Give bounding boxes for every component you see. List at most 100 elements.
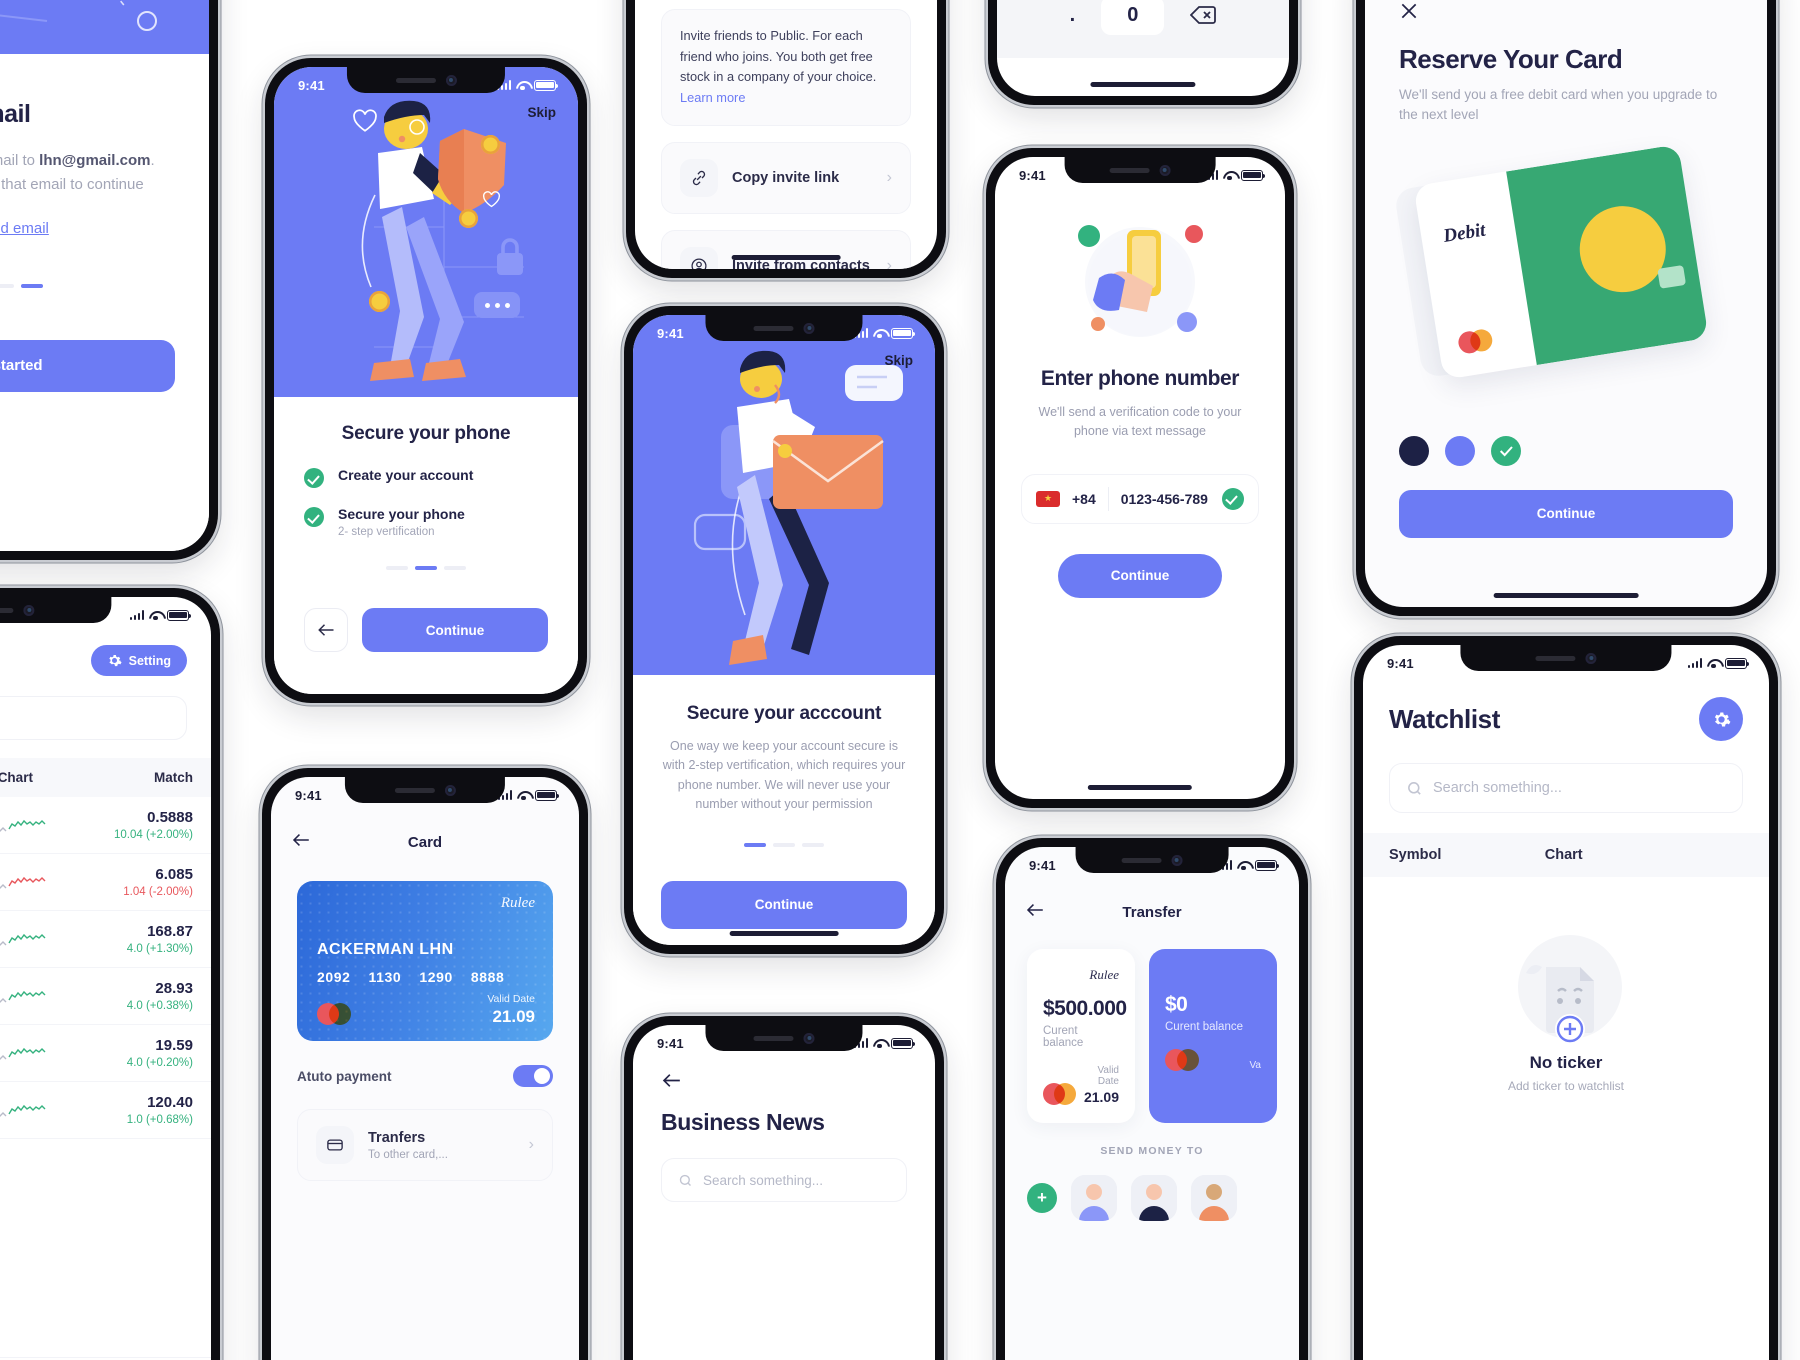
search-input[interactable]: Search something... [1389,763,1743,813]
status-time: 9:41 [1387,655,1414,671]
amount-display: 0 [1101,0,1165,35]
debit-label: Debit [1441,219,1487,247]
home-indicator [1090,82,1196,87]
pagination-dots [661,842,907,847]
dot-3[interactable] [21,283,43,288]
back-button[interactable] [291,831,313,853]
table-row[interactable]: 19.59 4.0 (+0.20%) [0,1025,211,1082]
table-row[interactable]: ct... 0.5888 10.04 (+2.00%) [0,797,211,854]
avatar[interactable] [1131,1175,1177,1221]
wifi-icon [149,610,162,621]
chevron-right-icon: › [528,1136,534,1153]
phone-number-value: 0123-456-789 [1120,490,1208,507]
checklist-item: Secure your phone 2- step vertification [304,506,548,538]
swatch-dark[interactable] [1399,435,1429,466]
empty-state-subtitle: Add ticker to watchlist [1507,1079,1625,1093]
close-button[interactable] [1399,1,1733,26]
card-number-group-1: 2092 [317,969,351,985]
search-input[interactable]: Search something... [661,1158,907,1202]
page-subtitle: We'll send you a free debit card when yo… [1399,87,1718,123]
bank-card[interactable]: Rulee ACKERMAN LHN 2092 1130 1290 8888 V… [297,881,553,1041]
battery-icon [1241,169,1266,181]
backspace-icon[interactable] [1190,5,1217,25]
table-row[interactable]: Co... 120.40 1.0 (+0.68%) [0,1082,211,1139]
verify-email-body: We sent a vertification email to lhn@gma… [0,149,175,198]
battery-icon [535,789,560,801]
notch [705,315,863,341]
dot-2[interactable] [415,566,437,570]
setting-button[interactable] [1699,697,1743,741]
front-camera-icon [803,322,815,334]
notch [1064,157,1216,183]
table-row[interactable]: 28.93 4.0 (+0.38%) [0,968,211,1025]
valid-date-value: 21.09 [1083,1089,1119,1105]
mockup-collage: Vertify your email We sent a vertificati… [0,0,1800,1360]
page-title: Business News [661,1109,825,1135]
swatch-green-selected[interactable] [1491,435,1521,466]
speaker-icon [0,607,14,613]
setting-button[interactable]: Setting [90,645,187,676]
back-button[interactable] [1025,901,1047,923]
speaker-icon [1535,655,1576,661]
decimal-key[interactable]: . [1070,4,1076,27]
swatch-blue[interactable] [1445,435,1475,466]
add-recipient-button[interactable]: + [1027,1183,1057,1213]
continue-button[interactable]: Continue [1399,489,1733,538]
get-started-button[interactable]: Get started [0,339,175,392]
price-value: 0.5888 [147,809,193,826]
sparkline-chart [0,870,72,894]
table-row[interactable]: 6.085 1.04 (-2.00%) [0,854,211,911]
battery-icon [167,609,192,621]
illustration-person-walking [0,0,157,31]
dot-3[interactable] [802,842,824,847]
back-button[interactable] [304,608,348,652]
dot-2[interactable] [0,283,14,288]
copy-invite-link-row[interactable]: Copy invite link › [661,141,911,214]
dot-3[interactable] [444,566,466,570]
auto-payment-label: Atuto payment [297,1068,392,1084]
avatar[interactable] [1071,1175,1117,1221]
phone-number-field[interactable]: ★ +84 0123-456-789 [1021,473,1259,524]
continue-button[interactable]: Continue [362,608,548,652]
pagination-dots [304,566,548,570]
avatar[interactable] [1191,1175,1237,1221]
phone-secure-account: 9:41 Skip Secure your acccount One way w… [624,306,944,954]
illustration-hand-phone [1078,225,1203,337]
search-input[interactable]: Search something... [0,696,187,740]
checklist-label: Create your account [338,467,474,483]
status-time: 9:41 [295,787,322,803]
price-value: 6.085 [155,866,193,883]
balance-amount: $500.000 [1043,997,1127,1020]
price-value: 19.59 [155,1037,193,1054]
sparkline-chart [0,1041,72,1065]
person-circle-icon [680,246,718,269]
back-button[interactable] [661,1073,907,1093]
page-title: Secure your acccount [686,703,882,724]
resend-email-link[interactable]: Resend email [0,220,49,237]
transfers-row[interactable]: Tranfers To other card,... › [297,1109,553,1181]
continue-button[interactable]: Continue [1058,553,1222,598]
battery-icon [534,79,559,91]
skip-button[interactable]: Skip [527,105,556,120]
page-subtitle: We'll send a verification code to your p… [1038,405,1242,439]
gear-icon [108,654,122,667]
invite-from-contacts-row[interactable]: Invite from contacts › [661,229,911,269]
status-time: 9:41 [657,1035,684,1051]
auto-payment-toggle[interactable] [513,1065,553,1087]
dot-1[interactable] [744,842,766,847]
setting-button-label: Setting [128,653,171,668]
learn-more-link[interactable]: Learn more [680,90,745,105]
balance-card-primary[interactable]: Rulee $500.000 Curent balance Valid Date… [1027,949,1135,1123]
home-indicator [729,931,839,936]
balance-card-secondary[interactable]: $0 Curent balance Va [1149,949,1277,1123]
column-chart: Chart [0,770,33,785]
skip-button[interactable]: Skip [884,353,913,368]
continue-button[interactable]: Continue [661,880,907,929]
price-change: 10.04 (+2.00%) [114,829,193,841]
balance-label: Curent balance [1043,1025,1084,1049]
card-number-group-4: 8888 [470,969,505,985]
table-row[interactable]: 168.87 4.0 (+1.30%) [0,911,211,968]
dot-2[interactable] [773,842,795,847]
dot-1[interactable] [386,566,408,570]
price-value: 120.40 [147,1094,193,1111]
